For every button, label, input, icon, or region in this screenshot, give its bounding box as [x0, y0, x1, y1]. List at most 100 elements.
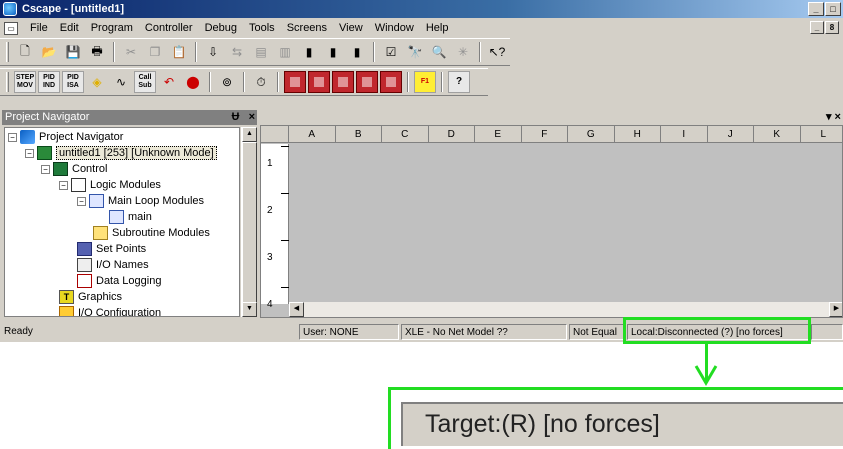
- rung-number: 1: [267, 158, 273, 169]
- menu-edit[interactable]: Edit: [54, 19, 85, 38]
- verify-icon[interactable]: ☑: [380, 41, 402, 63]
- mdi-minimize-button[interactable]: _: [810, 21, 824, 34]
- menu-program[interactable]: Program: [85, 19, 139, 38]
- tree-node-project-navigator[interactable]: − Project Navigator: [8, 129, 123, 145]
- scroll-down-icon[interactable]: ▼: [242, 302, 257, 317]
- editor-window-controls[interactable]: ▾ ×: [826, 110, 841, 123]
- tree-node-control[interactable]: − Control: [41, 161, 107, 177]
- maximize-button[interactable]: □: [825, 2, 841, 16]
- project-tree: − Project Navigator − untitled1 [253] [U…: [4, 127, 240, 317]
- menu-tools[interactable]: Tools: [243, 19, 281, 38]
- column-header[interactable]: G: [568, 126, 615, 143]
- copy-icon[interactable]: ❐: [144, 41, 166, 63]
- call-sub-icon[interactable]: Call Sub: [134, 71, 156, 93]
- minimize-button[interactable]: _: [808, 2, 824, 16]
- timer-icon[interactable]: ⏱: [250, 71, 272, 93]
- context-help-icon[interactable]: ↖?: [486, 41, 508, 63]
- open-icon[interactable]: 📂: [38, 41, 60, 63]
- column-header[interactable]: H: [614, 126, 661, 143]
- red-block5-icon[interactable]: [380, 71, 402, 93]
- tree-node-main-loop-modules[interactable]: − Main Loop Modules: [77, 193, 204, 209]
- collapse-icon[interactable]: −: [41, 164, 50, 174]
- collapse-icon[interactable]: −: [59, 180, 68, 190]
- column-header[interactable]: A: [289, 126, 336, 143]
- column-header[interactable]: D: [428, 126, 475, 143]
- tree-node-logic-modules[interactable]: − Logic Modules: [59, 177, 161, 193]
- pid-ind-icon[interactable]: PID IND: [38, 71, 60, 93]
- paste-icon[interactable]: 📋: [168, 41, 190, 63]
- column-header[interactable]: E: [475, 126, 522, 143]
- new-icon[interactable]: 🗋: [14, 41, 36, 63]
- ladder-grid[interactable]: ◀ ▶ ABCDEFGHIJKL 1 2 3 4: [260, 125, 843, 318]
- red-block4-icon[interactable]: [356, 71, 378, 93]
- block3-icon[interactable]: ▮: [346, 41, 368, 63]
- menu-file[interactable]: File: [24, 19, 54, 38]
- wave-icon[interactable]: ∿: [110, 71, 132, 93]
- column-header[interactable]: K: [754, 126, 801, 143]
- collapse-icon[interactable]: −: [77, 196, 86, 206]
- collapse-icon[interactable]: −: [25, 148, 34, 158]
- tree-node-untitled1[interactable]: − untitled1 [253] [Unknown Mode]: [25, 145, 217, 161]
- pin-icon[interactable]: Ʉ: [231, 111, 239, 123]
- toolbar-separator: [243, 72, 245, 92]
- tree-node-data-logging[interactable]: Data Logging: [77, 273, 161, 289]
- standard-toolbar: 🗋 📂 💾 🖶 ✂ ❐ 📋 ⇩ ⇆ ▤ ▥ ▮ ▮ ▮ ☑ 🔭 🔍 ✳ ↖?: [0, 38, 510, 66]
- column-header[interactable]: B: [335, 126, 382, 143]
- column-header[interactable]: L: [800, 126, 842, 143]
- help-icon[interactable]: ?: [448, 71, 470, 93]
- tree-node-io-names[interactable]: I/O Names: [77, 257, 149, 273]
- stop-icon[interactable]: ⬤: [182, 71, 204, 93]
- menu-help[interactable]: Help: [420, 19, 455, 38]
- column-header[interactable]: J: [707, 126, 754, 143]
- diamond-icon[interactable]: ◈: [86, 71, 108, 93]
- red-block2-icon[interactable]: [308, 71, 330, 93]
- menu-window[interactable]: Window: [369, 19, 420, 38]
- print-icon[interactable]: 🖶: [86, 41, 108, 63]
- scroll-left-icon[interactable]: ◀: [289, 302, 304, 317]
- insert-row-icon[interactable]: ▤: [250, 41, 272, 63]
- mdi-restore-button[interactable]: 8: [825, 21, 839, 34]
- scroll-up-icon[interactable]: ▲: [242, 127, 257, 142]
- zoom-icon[interactable]: 🔍: [428, 41, 450, 63]
- tree-node-io-configuration[interactable]: I/O Configuration: [59, 305, 161, 316]
- tree-node-main[interactable]: main: [109, 209, 152, 225]
- block-icon[interactable]: ▮: [298, 41, 320, 63]
- pid-isa-icon[interactable]: PID ISA: [62, 71, 84, 93]
- column-header[interactable]: I: [661, 126, 708, 143]
- column-header[interactable]: C: [382, 126, 429, 143]
- scroll-right-icon[interactable]: ▶: [829, 302, 842, 317]
- tree-node-set-points[interactable]: Set Points: [77, 241, 146, 257]
- toolbar-grip[interactable]: [6, 42, 9, 62]
- save-icon[interactable]: 💾: [62, 41, 84, 63]
- scroll-thumb[interactable]: [242, 142, 257, 307]
- toolbar-separator: [195, 42, 197, 62]
- navigator-vertical-scrollbar[interactable]: ▲ ▼: [241, 127, 257, 317]
- return-icon[interactable]: ↶: [158, 71, 180, 93]
- tree-node-graphics[interactable]: T Graphics: [59, 289, 122, 305]
- step-move-icon[interactable]: STEP MOV: [14, 71, 36, 93]
- f1-key-icon[interactable]: F1: [414, 71, 436, 93]
- menu-view[interactable]: View: [333, 19, 369, 38]
- menu-screens[interactable]: Screens: [281, 19, 333, 38]
- menu-debug[interactable]: Debug: [199, 19, 243, 38]
- delete-row-icon[interactable]: ▥: [274, 41, 296, 63]
- bug-icon[interactable]: ✳: [452, 41, 474, 63]
- cut-icon[interactable]: ✂: [120, 41, 142, 63]
- block2-icon[interactable]: ▮: [322, 41, 344, 63]
- find-icon[interactable]: 🔭: [404, 41, 426, 63]
- red-block3-icon[interactable]: [332, 71, 354, 93]
- compare-icon[interactable]: ⇆: [226, 41, 248, 63]
- collapse-icon[interactable]: −: [8, 132, 17, 142]
- tree-node-subroutine-modules[interactable]: Subroutine Modules: [93, 225, 210, 241]
- column-header[interactable]: F: [521, 126, 568, 143]
- download-icon[interactable]: ⇩: [202, 41, 224, 63]
- menu-controller[interactable]: Controller: [139, 19, 199, 38]
- tree-node-label: I/O Names: [96, 259, 149, 271]
- red-block1-icon[interactable]: [284, 71, 306, 93]
- data-logging-icon: [77, 274, 92, 288]
- network-icon[interactable]: ⊚: [216, 71, 238, 93]
- grid-horizontal-scrollbar[interactable]: ◀ ▶: [289, 302, 842, 317]
- document-system-icon[interactable]: ▭: [4, 22, 18, 35]
- close-icon[interactable]: ×: [249, 111, 255, 123]
- toolbar-grip[interactable]: [6, 72, 9, 92]
